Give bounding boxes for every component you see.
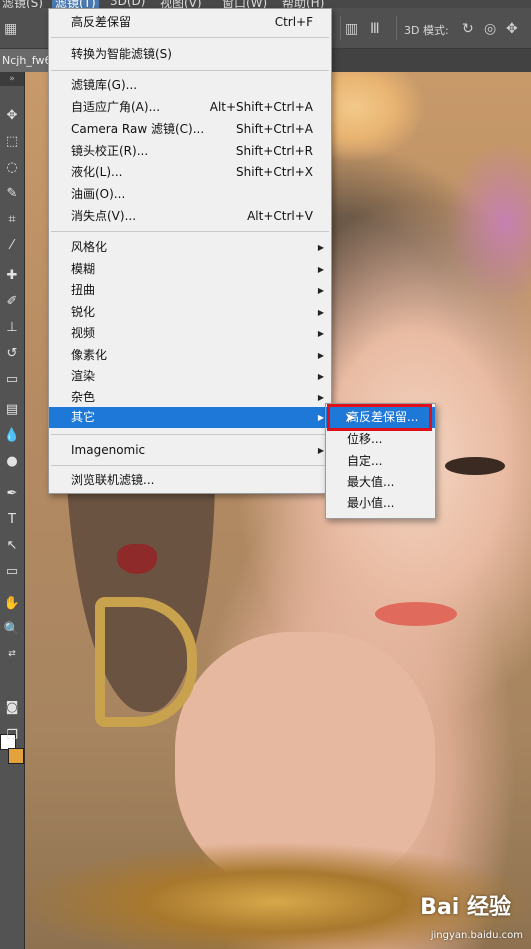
distribute-icon[interactable]: Ⅲ [370, 21, 380, 37]
menu-view[interactable]: 视图(V) [160, 0, 202, 8]
collapse-panel-icon[interactable]: » [0, 72, 24, 86]
menu-item-vanishing-point[interactable]: 消失点(V)... Alt+Ctrl+V [49, 206, 331, 227]
menu-divider [51, 37, 329, 38]
mouse-cursor-icon: ➤ [344, 410, 356, 426]
menu-item-camera-raw[interactable]: Camera Raw 滤镜(C)... Shift+Ctrl+A [49, 119, 331, 140]
default-colors-icon[interactable]: ⇄ [0, 644, 24, 664]
gradient-tool-icon[interactable]: ▤ [0, 400, 24, 420]
menu-bar: 滤镜(S) 滤镜(T) 3D(D) 视图(V) 窗口(W) 帮助(H) [0, 0, 531, 8]
brush-tool-icon[interactable]: ✐ [0, 292, 24, 312]
menu-divider [51, 465, 329, 466]
submenu-item-custom[interactable]: 自定... [326, 451, 435, 472]
crop-tool-icon[interactable]: ⌗ [0, 210, 24, 230]
menu-item-convert-smart-filter[interactable]: 转换为智能滤镜(S) [49, 44, 331, 65]
menu-item-noise[interactable]: 杂色 ▶ [49, 387, 331, 408]
menu-item-browse-filters-online[interactable]: 浏览联机滤镜... [49, 470, 331, 491]
eyedropper-tool-icon[interactable]: ⁄ [0, 236, 24, 256]
menu-window[interactable]: 窗口(W) [222, 0, 267, 8]
baidu-watermark-url: jingyan.baidu.com [430, 930, 523, 941]
healing-brush-tool-icon[interactable]: ✚ [0, 266, 24, 286]
photo-lips [375, 602, 457, 626]
pen-tool-icon[interactable]: ✒ [0, 484, 24, 504]
options-divider [340, 16, 341, 40]
eraser-tool-icon[interactable]: ▭ [0, 370, 24, 390]
menu-item-liquify[interactable]: 液化(L)... Shift+Ctrl+X [49, 162, 331, 183]
screen-mode-icon[interactable]: ❐ [0, 726, 24, 746]
tools-panel: » ✥ ⬚ ◌ ✎ ⌗ ⁄ ✚ ✐ ⊥ ↺ ▭ ▤ 💧 ● ✒ T ↖ ▭ ✋ … [0, 72, 25, 949]
menu-item-lens-correction[interactable]: 镜头校正(R)... Shift+Ctrl+R [49, 141, 331, 162]
options-divider-2 [396, 16, 397, 40]
menu-item-last-filter[interactable]: 高反差保留 Ctrl+F [49, 12, 331, 33]
move-tool-icon[interactable]: ✥ [0, 106, 24, 126]
baidu-watermark: Bai 经验 [420, 895, 511, 920]
menu-item-video[interactable]: 视频 ▶ [49, 323, 331, 344]
photo-eye [445, 457, 505, 475]
type-tool-icon[interactable]: T [0, 510, 24, 530]
submenu-item-offset[interactable]: 位移... [326, 429, 435, 450]
menu-item-render[interactable]: 渲染 ▶ [49, 366, 331, 387]
menu-filter[interactable]: 滤镜(T) [52, 0, 99, 8]
menu-item-blur[interactable]: 模糊 ▶ [49, 259, 331, 280]
quick-mask-icon[interactable]: ◙ [0, 698, 24, 718]
photo-earring-heart [117, 544, 157, 574]
background-color-swatch[interactable] [8, 748, 24, 764]
3d-rotate-icon[interactable]: ↻ [462, 21, 474, 37]
photo-necklace [25, 792, 531, 949]
history-brush-tool-icon[interactable]: ↺ [0, 344, 24, 364]
clone-stamp-tool-icon[interactable]: ⊥ [0, 318, 24, 338]
3d-mode-label: 3D 模式: [404, 24, 449, 37]
zoom-tool-icon[interactable]: 🔍 [0, 620, 24, 640]
submenu-item-minimum[interactable]: 最小值... [326, 493, 435, 514]
filter-menu: 高反差保留 Ctrl+F 转换为智能滤镜(S) 滤镜库(G)... 自适应广角(… [48, 8, 332, 494]
dodge-tool-icon[interactable]: ● [0, 452, 24, 472]
3d-pan-icon[interactable]: ✥ [506, 21, 518, 37]
menu-item-distort[interactable]: 扭曲 ▶ [49, 280, 331, 301]
blur-tool-icon[interactable]: 💧 [0, 426, 24, 446]
menu-item-other[interactable]: 其它 ▶ [49, 407, 331, 428]
menu-3d[interactable]: 3D(D) [110, 0, 145, 8]
menu-item-sharpen[interactable]: 锐化 ▶ [49, 302, 331, 323]
hand-tool-icon[interactable]: ✋ [0, 594, 24, 614]
menu-item-imagenomic[interactable]: Imagenomic ▶ [49, 440, 331, 461]
shape-tool-icon[interactable]: ▭ [0, 562, 24, 582]
menu-item-filter-gallery[interactable]: 滤镜库(G)... [49, 75, 331, 96]
menu-divider [51, 434, 329, 435]
align-icon[interactable]: ▥ [345, 21, 358, 37]
options-tool-icon[interactable]: ▦ [4, 21, 17, 37]
menu-filter-prev[interactable]: 滤镜(S) [2, 0, 43, 8]
lasso-tool-icon[interactable]: ◌ [0, 158, 24, 178]
quick-select-tool-icon[interactable]: ✎ [0, 184, 24, 204]
document-tab[interactable]: Ncjh_fw6 [0, 49, 52, 72]
path-select-tool-icon[interactable]: ↖ [0, 536, 24, 556]
submenu-item-maximum[interactable]: 最大值... [326, 472, 435, 493]
menu-item-stylize[interactable]: 风格化 ▶ [49, 237, 331, 258]
menu-item-adaptive-wide-angle[interactable]: 自适应广角(A)... Alt+Shift+Ctrl+A [49, 97, 331, 118]
menu-item-oil-paint[interactable]: 油画(O)... [49, 184, 331, 205]
menu-help[interactable]: 帮助(H) [282, 0, 324, 8]
menu-divider [51, 70, 329, 71]
menu-item-pixelate[interactable]: 像素化 ▶ [49, 345, 331, 366]
marquee-tool-icon[interactable]: ⬚ [0, 132, 24, 152]
annotation-highlight-box [327, 404, 432, 431]
3d-roll-icon[interactable]: ◎ [484, 21, 496, 37]
menu-divider [51, 231, 329, 232]
